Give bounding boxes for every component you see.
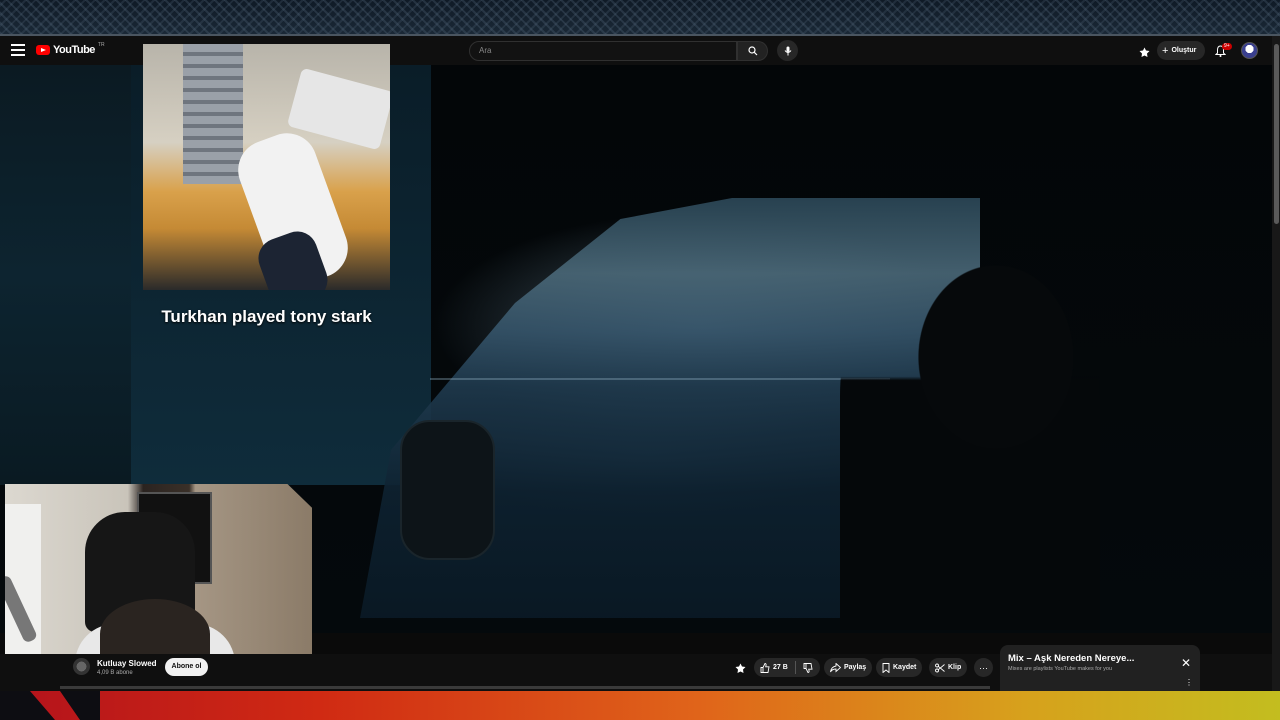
clip-label: Klip xyxy=(948,664,962,671)
close-icon[interactable]: ✕ xyxy=(1181,656,1191,670)
extension-icon[interactable] xyxy=(735,661,746,679)
channel-name[interactable]: Kutluay Slowed xyxy=(97,659,157,668)
share-icon xyxy=(830,662,841,673)
subscribe-button[interactable]: Abone ol xyxy=(165,658,208,676)
video-left-panel xyxy=(0,65,131,485)
mix-title[interactable]: Mix – Aşk Nereden Nereye... xyxy=(1008,653,1134,664)
menu-icon[interactable] xyxy=(11,44,25,57)
subscriber-count: 4,09 B abone xyxy=(97,670,133,676)
stream-frame-bottom xyxy=(0,691,1280,720)
like-count: 27 B xyxy=(773,664,788,671)
create-button[interactable]: + Oluştur xyxy=(1157,41,1205,60)
save-label: Kaydet xyxy=(893,664,917,671)
notification-badge: 9+ xyxy=(1222,43,1232,50)
like-divider xyxy=(795,661,796,674)
video-scene-mirror xyxy=(400,420,495,560)
video-scene-horizon xyxy=(430,378,890,380)
search-input[interactable]: Ara xyxy=(469,41,737,61)
like-button[interactable]: 27 B xyxy=(754,658,788,677)
extension-icon[interactable] xyxy=(1139,45,1150,63)
overlay-clip-video xyxy=(143,44,390,290)
scissors-icon xyxy=(935,663,945,672)
search-icon xyxy=(747,46,757,56)
more-horizontal-icon: ··· xyxy=(979,662,988,673)
share-button[interactable]: Paylaş xyxy=(824,658,873,677)
play-icon xyxy=(36,45,50,55)
stream-frame-top xyxy=(0,0,1280,36)
microphone-icon xyxy=(784,46,791,55)
thumbs-down-icon xyxy=(803,662,813,673)
streamer-webcam xyxy=(5,484,312,654)
more-vertical-icon[interactable]: ⋮ xyxy=(1185,679,1193,687)
create-label: Oluştur xyxy=(1171,47,1197,54)
video-scene-person xyxy=(840,240,1100,630)
thumbs-up-icon xyxy=(760,662,770,673)
logo-text: YouTube xyxy=(53,44,95,56)
save-button[interactable]: Kaydet xyxy=(876,658,923,677)
clip-button[interactable]: Klip xyxy=(929,658,968,677)
dislike-button[interactable] xyxy=(798,658,818,677)
plus-icon: + xyxy=(1162,44,1169,57)
logo-country-code: TR xyxy=(97,42,105,48)
voice-search-button[interactable] xyxy=(777,40,798,61)
video-progress-bar[interactable] xyxy=(60,686,990,689)
search-button[interactable] xyxy=(737,41,768,61)
scrollbar-thumb[interactable] xyxy=(1274,44,1279,224)
bookmark-icon xyxy=(882,662,890,673)
youtube-logo[interactable]: YouTube TR xyxy=(36,42,105,56)
account-avatar[interactable] xyxy=(1241,42,1258,59)
more-actions-button[interactable]: ··· xyxy=(974,658,993,677)
overlay-caption: Turkhan played tony stark xyxy=(161,307,372,326)
share-label: Paylaş xyxy=(844,664,867,671)
channel-avatar[interactable] xyxy=(73,658,90,675)
mix-subtitle: Mixes are playlists YouTube makes for yo… xyxy=(1008,666,1113,672)
